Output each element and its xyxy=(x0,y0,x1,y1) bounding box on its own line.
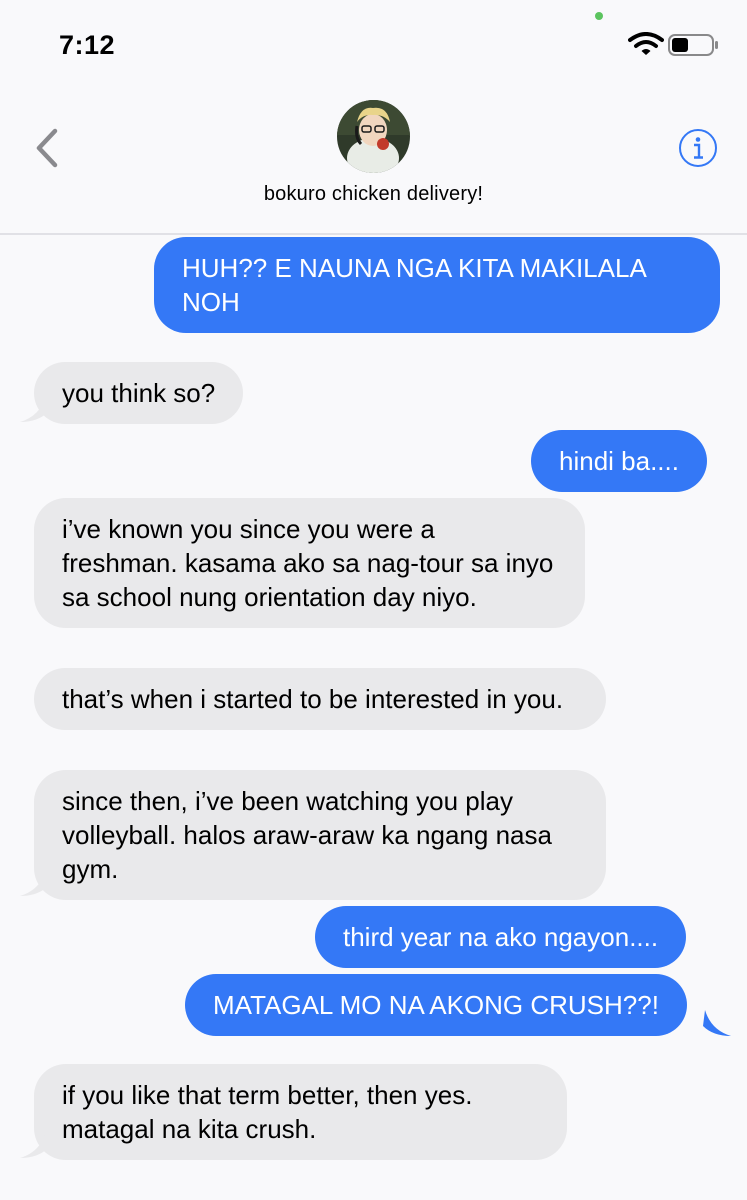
message-bubble-sent[interactable]: hindi ba.... xyxy=(531,430,707,492)
message-bubble-received[interactable]: you think so? xyxy=(34,362,244,424)
bubble-tail xyxy=(703,1010,731,1036)
status-time: 7:12 xyxy=(59,30,116,60)
camera-indicator-dot xyxy=(595,12,603,20)
chevron-left-icon[interactable] xyxy=(30,125,64,171)
message-bubble-received[interactable]: i’ve known you since you were a freshman… xyxy=(34,498,585,628)
info-icon[interactable] xyxy=(678,128,718,168)
contact-name[interactable]: bokuro chicken delivery! xyxy=(0,183,747,206)
avatar[interactable] xyxy=(337,100,410,173)
message-bubble-received[interactable]: if you like that term better, then yes. … xyxy=(34,1064,567,1160)
bubble-tail xyxy=(20,396,48,422)
message-bubble-sent[interactable]: MATAGAL MO NA AKONG CRUSH??! xyxy=(185,974,687,1036)
conversation-header: bokuro chicken delivery! xyxy=(0,80,747,235)
message-bubble-received[interactable]: since then, i’ve been watching you play … xyxy=(34,770,606,900)
message-bubble-sent[interactable]: HUH?? E NAUNA NGA KITA MAKILALA NOH xyxy=(154,237,720,333)
status-bar: 7:12 xyxy=(0,0,747,80)
battery-icon xyxy=(668,34,718,56)
bubble-tail xyxy=(20,870,48,896)
bubble-tail xyxy=(20,1132,48,1158)
message-bubble-sent[interactable]: third year na ako ngayon.... xyxy=(315,906,687,968)
wifi-icon xyxy=(628,32,664,55)
message-bubble-received[interactable]: that’s when i started to be interested i… xyxy=(34,668,606,730)
